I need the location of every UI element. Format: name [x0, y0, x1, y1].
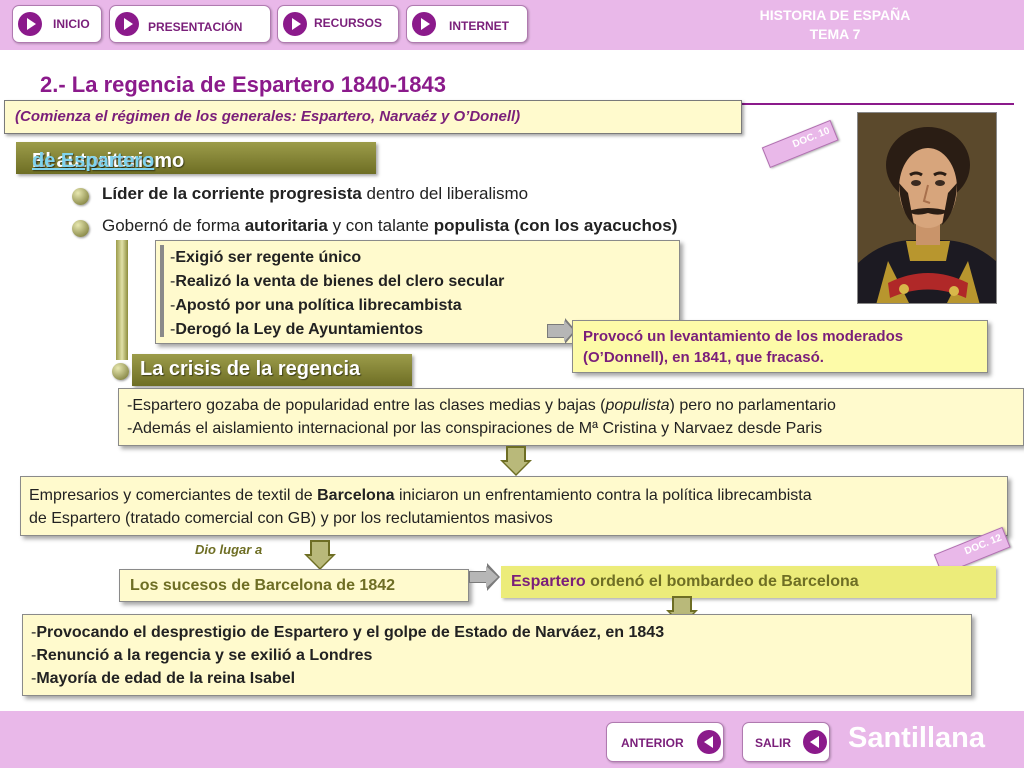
nav-presentacion-label: PRESENTACIÓN — [148, 20, 243, 34]
espartero-link[interactable]: de Espartero — [32, 150, 154, 173]
connector-bar — [116, 240, 128, 360]
measure-item: -Exigió ser regente único — [170, 249, 362, 266]
nav-internet-label: INTERNET — [449, 19, 509, 33]
anterior-button[interactable]: ANTERIOR — [606, 722, 724, 762]
doc-10-label: DOC. 10 — [791, 125, 832, 151]
bullet-icon — [72, 188, 89, 205]
doc-10-tag[interactable]: DOC. 10 — [761, 119, 839, 168]
course-unit: TEMA 7 — [809, 26, 861, 42]
course-title: HISTORIA DE ESPAÑA — [759, 7, 911, 23]
bullet-icon — [112, 363, 129, 380]
consequences-box: -Provocando el desprestigio de Espartero… — [22, 614, 972, 696]
section-crisis-label: La crisis de la regencia — [140, 358, 361, 380]
section-crisis: La crisis de la regencia — [132, 354, 412, 386]
section-autoritarismo: El autoritarismo de Espartero — [16, 142, 376, 174]
dio-lugar-label: Dio lugar a — [195, 542, 263, 557]
bullet-icon — [72, 220, 89, 237]
moderados-box: Provocó un levantamiento de los moderado… — [572, 320, 988, 373]
anterior-label: ANTERIOR — [621, 736, 684, 750]
nav-recursos-button[interactable]: RECURSOS — [277, 5, 399, 43]
crisis-box: -Espartero gozaba de popularidad entre l… — [118, 388, 1024, 446]
page-title: 2.- La regencia de Espartero 1840-1843 — [40, 72, 446, 97]
course-header: HISTORIA DE ESPAÑA TEMA 7 — [720, 6, 950, 44]
sucesos-box: Los sucesos de Barcelona de 1842 — [119, 569, 469, 602]
back-icon — [697, 730, 721, 754]
arrow-down-icon — [500, 446, 532, 476]
play-icon — [18, 12, 42, 36]
measure-item: -Apostó por una política librecambista — [170, 297, 462, 314]
subtitle-box: (Comienza el régimen de los generales: E… — [4, 100, 742, 134]
nav-internet-button[interactable]: INTERNET — [406, 5, 528, 43]
nav-inicio-button[interactable]: INICIO — [12, 5, 102, 43]
nav-presentacion-button[interactable]: PRESENTACIÓN — [109, 5, 271, 43]
arrow-down-icon — [304, 540, 336, 570]
nav-recursos-label: RECURSOS — [314, 16, 383, 30]
play-icon — [412, 12, 436, 36]
title-underline — [742, 103, 1014, 105]
bombardeo-box: Espartero ordenó el bombardeo de Barcelo… — [501, 566, 996, 598]
salir-button[interactable]: SALIR — [742, 722, 830, 762]
salir-label: SALIR — [755, 736, 791, 750]
doc-12-label: DOC. 12 — [963, 532, 1004, 558]
espartero-portrait[interactable] — [857, 112, 997, 304]
play-icon — [283, 12, 307, 36]
consequence-item: -Provocando el desprestigio de Espartero… — [31, 624, 665, 641]
measure-item: -Realizó la venta de bienes del clero se… — [170, 273, 505, 290]
measure-item: -Derogó la Ley de Ayuntamientos — [170, 321, 424, 338]
play-icon — [115, 12, 139, 36]
arrow-right-icon — [469, 563, 500, 591]
subtitle-text: (Comienza el régimen de los generales: E… — [15, 108, 521, 125]
santillana-logo: Santillana — [848, 722, 985, 754]
bullet-gobierno: Gobernó de forma autoritaria y con talan… — [102, 216, 678, 235]
barcelona-box: Empresarios y comerciantes de textil de … — [20, 476, 1008, 536]
nav-inicio-label: INICIO — [53, 17, 90, 31]
back-icon — [803, 730, 827, 754]
consequence-item: -Mayoría de edad de la reina Isabel — [31, 670, 296, 687]
bullet-lider: Líder de la corriente progresista dentro… — [102, 184, 529, 203]
consequence-item: -Renunció a la regencia y se exilió a Lo… — [31, 647, 373, 664]
